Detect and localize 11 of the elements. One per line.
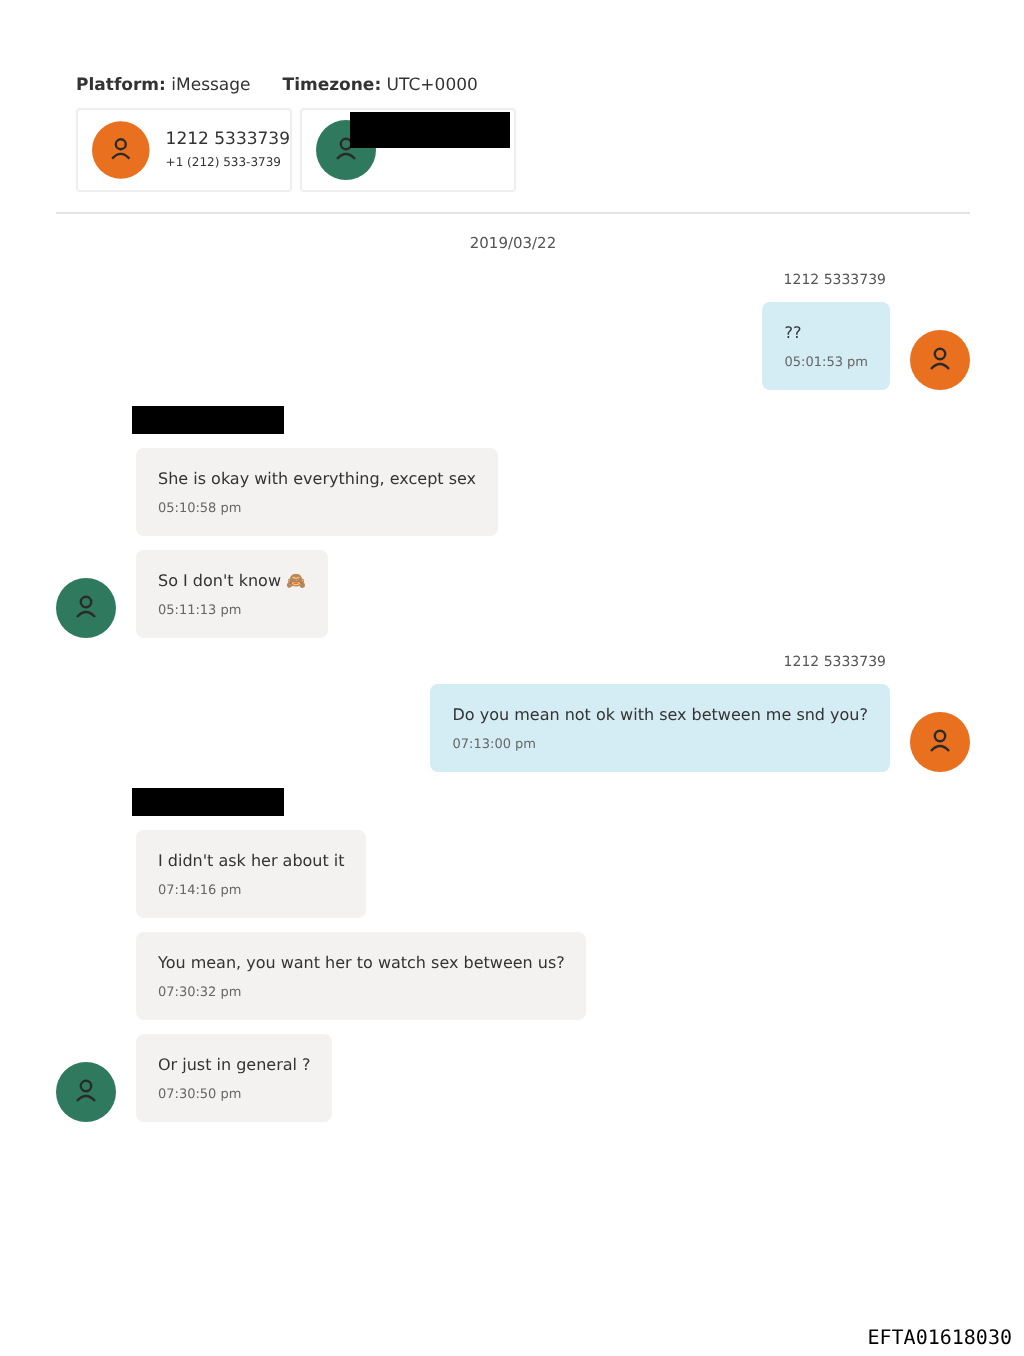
message-text: ?? xyxy=(784,324,804,342)
participant-name: 1212 5333739 xyxy=(165,130,290,150)
timezone-text: Timezone: UTC+0000 xyxy=(282,76,478,96)
message-text: I didn't ask her about it xyxy=(158,852,345,870)
document-id-label: EFTA01618030 xyxy=(867,1328,1012,1350)
message-text: Or just in general ? xyxy=(158,1056,311,1074)
message-text: You mean, you want her to watch sex between us? xyxy=(158,954,565,972)
message-text: She is okay with everything, except sex xyxy=(158,470,477,488)
platform-text: Platform: iMessage xyxy=(76,76,251,96)
message-text: So I don't know 🙈 xyxy=(158,572,307,590)
message-text: Do you mean not ok with sex between me snd you? xyxy=(452,706,868,724)
